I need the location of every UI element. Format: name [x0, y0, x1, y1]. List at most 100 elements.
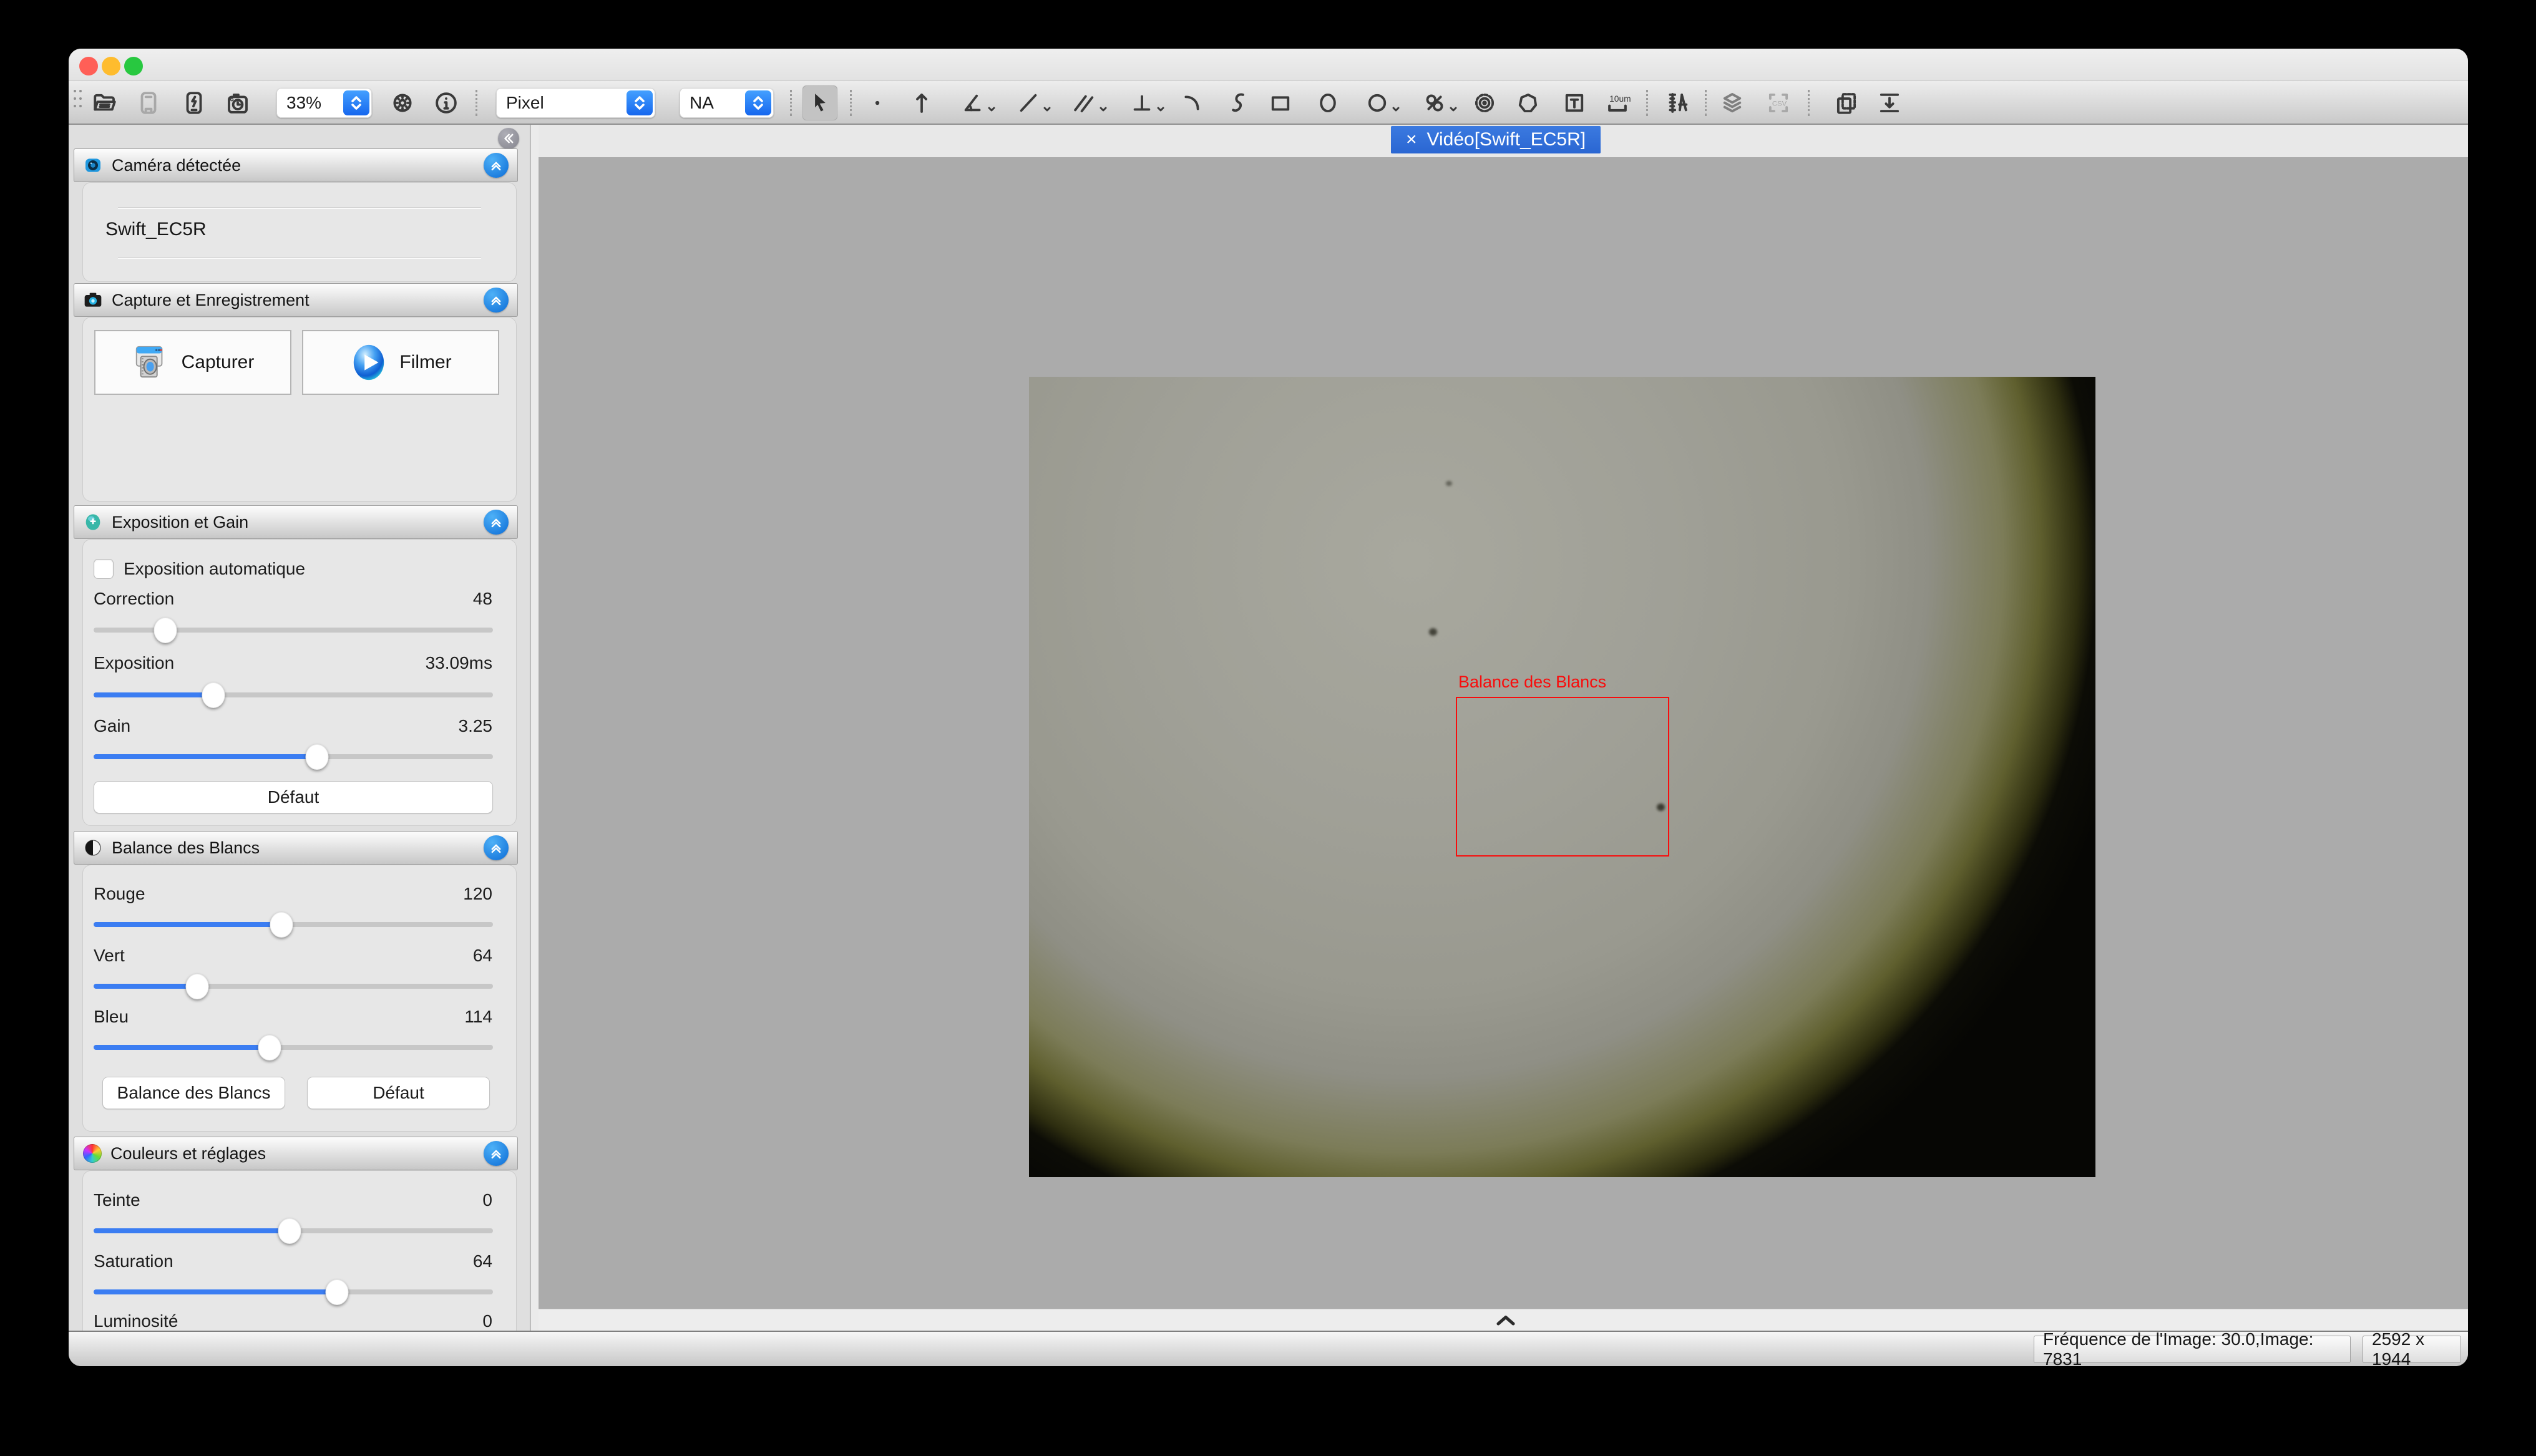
chevron-down-icon: [987, 104, 997, 114]
camera-list-card: Swift_EC5R: [82, 182, 517, 282]
auto-exposure-checkbox[interactable]: [94, 559, 114, 579]
white-balance-default-button[interactable]: Défaut: [307, 1077, 490, 1109]
video-tab[interactable]: × Vidéo[Swift_EC5R]: [1391, 126, 1601, 153]
exposure-default-button[interactable]: Défaut: [94, 781, 493, 813]
zoom-select[interactable]: 33%: [276, 88, 372, 118]
collapse-section-button[interactable]: [484, 510, 509, 535]
default-button-label: Défaut: [268, 787, 319, 807]
export-button[interactable]: [1872, 85, 1907, 120]
calipers-tool-button[interactable]: [1661, 85, 1695, 120]
open-folder-button[interactable]: [87, 85, 122, 120]
hue-slider[interactable]: [94, 1217, 493, 1245]
curve-tool-button[interactable]: [1221, 85, 1256, 120]
roi-label: Balance des Blancs: [1458, 672, 1606, 692]
sidebar-collapse-button[interactable]: [498, 128, 519, 149]
app-window: 33% Pixel NA: [69, 49, 2468, 1366]
record-button[interactable]: Filmer: [302, 330, 499, 395]
csv-export-button[interactable]: CSV: [1761, 85, 1796, 120]
stepper-arrows-icon: [751, 94, 766, 112]
chevron-down-icon: [1448, 104, 1458, 114]
rectangle-icon: [1267, 90, 1294, 116]
red-slider[interactable]: [94, 911, 493, 938]
blue-row: Bleu 114: [94, 1003, 492, 1031]
text-tool-button[interactable]: [1557, 85, 1592, 120]
unit-stepper[interactable]: [627, 90, 653, 115]
rectangle-tool-button[interactable]: [1263, 85, 1298, 120]
slider-fill: [94, 984, 197, 989]
slider-thumb[interactable]: [202, 682, 225, 708]
zoom-stepper[interactable]: [343, 90, 369, 115]
section-header-colors[interactable]: Couleurs et réglages: [74, 1137, 518, 1170]
concentric-circles-tool-button[interactable]: [1467, 85, 1502, 120]
angle-tool-button[interactable]: [955, 85, 990, 120]
export-icon: [1876, 90, 1903, 116]
arrow-tool-button[interactable]: [904, 85, 939, 120]
tab-close-icon[interactable]: ×: [1406, 129, 1417, 150]
white-balance-roi-rect[interactable]: [1456, 697, 1669, 857]
saturation-slider[interactable]: [94, 1278, 493, 1306]
camera-list-item[interactable]: Swift_EC5R: [105, 219, 207, 240]
parallel-lines-tool-button[interactable]: [1067, 85, 1102, 120]
save-button[interactable]: [131, 85, 166, 120]
brightness-row: Luminosité 0: [94, 1308, 492, 1331]
zoom-window-button[interactable]: [124, 57, 143, 75]
scalebar-tool-button[interactable]: 10um: [1600, 85, 1635, 120]
ellipse-tool-button[interactable]: [1310, 85, 1345, 120]
green-slider[interactable]: [94, 973, 493, 1000]
section-header-camera[interactable]: Caméra détectée: [74, 148, 518, 182]
toolbar-divider: [1705, 90, 1707, 116]
correction-slider[interactable]: [94, 616, 493, 644]
section-header-capture[interactable]: Capture et Enregistrement: [74, 283, 518, 317]
layers-button[interactable]: [1715, 85, 1750, 120]
saturation-label: Saturation: [94, 1251, 173, 1271]
hue-label: Teinte: [94, 1190, 140, 1210]
white-balance-button[interactable]: Balance des Blancs: [102, 1077, 285, 1109]
settings-button[interactable]: [385, 85, 420, 120]
exposure-row: Exposition 33.09ms: [94, 649, 492, 677]
unit-select[interactable]: Pixel: [496, 88, 655, 118]
two-circles-tool-button[interactable]: [1417, 85, 1452, 120]
exposure-slider[interactable]: [94, 681, 493, 709]
slider-thumb[interactable]: [258, 1035, 281, 1060]
blue-slider[interactable]: [94, 1034, 493, 1061]
slider-thumb[interactable]: [306, 744, 329, 770]
slider-thumb[interactable]: [186, 974, 209, 999]
perpendicular-tool-button[interactable]: [1124, 85, 1159, 120]
gain-slider[interactable]: [94, 743, 493, 770]
line-tool-button[interactable]: [1011, 85, 1046, 120]
cursor-tool-button[interactable]: [802, 85, 837, 120]
circle-tool-button[interactable]: [1360, 85, 1395, 120]
save-icon: [135, 90, 162, 116]
polygon-tool-button[interactable]: [1510, 85, 1545, 120]
title-bar[interactable]: [69, 49, 2468, 81]
white-balance-icon: [83, 838, 103, 858]
collapse-section-button[interactable]: [484, 153, 509, 178]
brightness-value: 0: [482, 1308, 492, 1331]
minimize-window-button[interactable]: [102, 57, 120, 75]
section-header-white-balance[interactable]: Balance des Blancs: [74, 831, 518, 865]
slider-thumb[interactable]: [270, 912, 293, 938]
arc-tool-button[interactable]: [1174, 85, 1209, 120]
screen: 33% Pixel NA: [0, 0, 2536, 1456]
close-window-button[interactable]: [79, 57, 98, 75]
slider-thumb[interactable]: [278, 1218, 301, 1244]
section-header-exposure[interactable]: Exposition et Gain: [74, 505, 518, 539]
info-button[interactable]: [429, 85, 464, 120]
na-stepper[interactable]: [745, 90, 771, 115]
copy-button[interactable]: [1829, 85, 1864, 120]
collapse-section-button[interactable]: [484, 1141, 509, 1166]
double-chevron-left-icon: [502, 132, 515, 145]
capture-button[interactable]: Capturer: [94, 330, 291, 395]
camera-capture-button[interactable]: [177, 85, 212, 120]
bottom-collapse-strip[interactable]: [539, 1309, 2468, 1331]
slider-fill: [94, 754, 317, 759]
slider-thumb[interactable]: [326, 1279, 349, 1305]
snapshot-icon: [132, 343, 170, 382]
camera-timer-button[interactable]: [220, 85, 255, 120]
collapse-section-button[interactable]: [484, 835, 509, 860]
collapse-section-button[interactable]: [484, 288, 509, 313]
point-tool-button[interactable]: [860, 85, 895, 120]
slider-thumb[interactable]: [154, 618, 177, 643]
na-select[interactable]: NA: [680, 88, 774, 118]
drag-handle[interactable]: [74, 90, 82, 107]
